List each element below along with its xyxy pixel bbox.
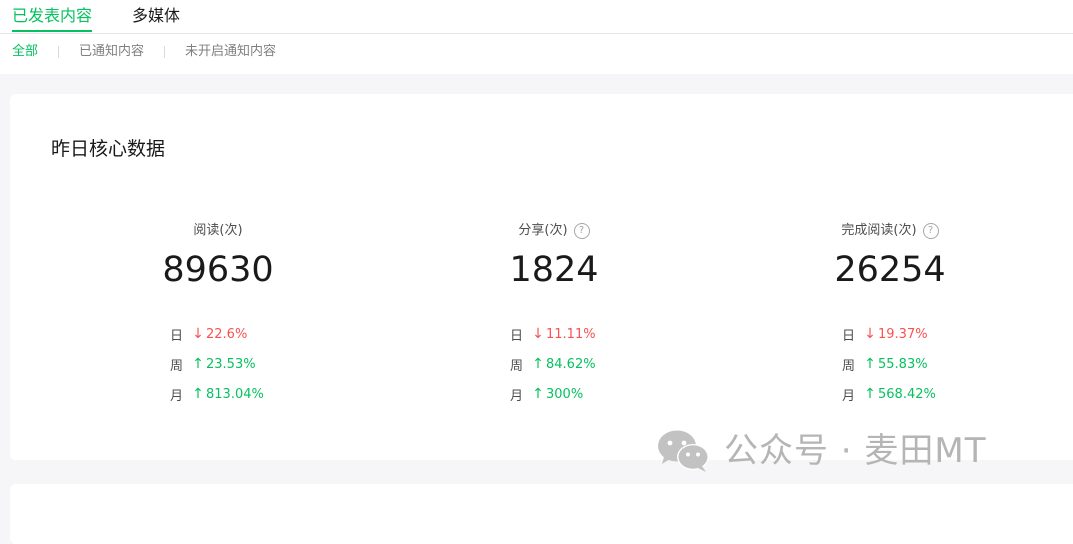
- secondary-card: [10, 484, 1073, 544]
- change-row-week: 周 ↑ 84.62%: [510, 349, 596, 379]
- change-row-month: 月 ↑ 300%: [510, 379, 596, 409]
- metric-label-text: 阅读(次): [193, 223, 243, 238]
- metric-completed-reads: 完成阅读(次) ? 26254 日 ↓ 19.37% 周 ↑ 55.83% 月 …: [760, 222, 1020, 404]
- metric-label-text: 分享(次): [518, 223, 568, 238]
- arrow-down-icon: ↓: [532, 326, 544, 342]
- change-row-day: 日 ↓ 11.11%: [510, 319, 596, 349]
- period-label: 月: [170, 388, 184, 404]
- arrow-down-icon: ↓: [192, 326, 204, 342]
- change-row-month: 月 ↑ 813.04%: [170, 379, 264, 409]
- metric-value: 89630: [162, 250, 274, 290]
- metric-changes: 日 ↓ 19.37% 周 ↑ 55.83% 月 ↑ 568.42%: [842, 319, 936, 409]
- subtab-separator: [164, 46, 166, 58]
- period-label: 日: [170, 328, 184, 344]
- tab-published-content[interactable]: 已发表内容: [12, 0, 93, 32]
- question-mark-icon[interactable]: ?: [573, 223, 590, 239]
- change-value: 23.53%: [206, 356, 256, 372]
- change-value: 11.11%: [546, 326, 596, 342]
- change-row-week: 周 ↑ 23.53%: [170, 349, 264, 379]
- metric-label: 阅读(次): [88, 222, 348, 240]
- watermark-text: 公众号 · 麦田MT: [724, 431, 987, 471]
- change-row-day: 日 ↓ 22.6%: [170, 319, 264, 349]
- metric-changes: 日 ↓ 11.11% 周 ↑ 84.62% 月 ↑ 300%: [510, 319, 596, 409]
- metric-changes: 日 ↓ 22.6% 周 ↑ 23.53% 月 ↑ 813.04%: [170, 319, 264, 409]
- watermark: 公众号 · 麦田MT: [656, 428, 987, 474]
- change-value: 19.37%: [878, 326, 928, 342]
- change-value: 568.42%: [878, 386, 936, 402]
- metric-reads: 阅读(次) 89630 日 ↓ 22.6% 周 ↑ 23.53% 月 ↑ 813…: [88, 222, 348, 404]
- metric-label-text: 完成阅读(次): [841, 223, 917, 238]
- change-row-day: 日 ↓ 19.37%: [842, 319, 936, 349]
- metric-label: 完成阅读(次) ?: [760, 222, 1020, 240]
- period-label: 月: [842, 388, 856, 404]
- change-value: 813.04%: [206, 386, 264, 402]
- change-value: 300%: [546, 386, 584, 402]
- arrow-down-icon: ↓: [864, 326, 876, 342]
- arrow-up-icon: ↑: [192, 386, 204, 402]
- period-label: 周: [170, 358, 184, 374]
- subtab-all[interactable]: 全部: [12, 44, 38, 60]
- card-title: 昨日核心数据: [51, 138, 166, 160]
- arrow-up-icon: ↑: [192, 356, 204, 372]
- change-value: 55.83%: [878, 356, 928, 372]
- arrow-up-icon: ↑: [864, 356, 876, 372]
- tab-multimedia[interactable]: 多媒体: [132, 0, 180, 26]
- arrow-up-icon: ↑: [864, 386, 876, 402]
- arrow-up-icon: ↑: [532, 386, 544, 402]
- change-row-month: 月 ↑ 568.42%: [842, 379, 936, 409]
- subtab-separator: [58, 46, 60, 58]
- metric-label: 分享(次) ?: [424, 222, 684, 240]
- question-mark-icon[interactable]: ?: [922, 223, 939, 239]
- period-label: 周: [510, 358, 524, 374]
- tab-divider: [0, 33, 1073, 34]
- metric-value: 1824: [509, 250, 599, 290]
- core-data-card: 昨日核心数据 阅读(次) 89630 日 ↓ 22.6% 周 ↑ 23.53% …: [10, 94, 1073, 460]
- period-label: 日: [842, 328, 856, 344]
- period-label: 周: [842, 358, 856, 374]
- subtab-not-notified[interactable]: 未开启通知内容: [185, 44, 276, 60]
- arrow-up-icon: ↑: [532, 356, 544, 372]
- wechat-icon: [658, 430, 709, 472]
- period-label: 月: [510, 388, 524, 404]
- change-row-week: 周 ↑ 55.83%: [842, 349, 936, 379]
- change-value: 84.62%: [546, 356, 596, 372]
- subtab-notified[interactable]: 已通知内容: [79, 44, 144, 60]
- top-navigation: 已发表内容 多媒体 全部 已通知内容 未开启通知内容: [0, 0, 1073, 74]
- filter-subtabs: 全部 已通知内容 未开启通知内容: [12, 44, 276, 60]
- change-value: 22.6%: [206, 326, 248, 342]
- metric-value: 26254: [834, 250, 946, 290]
- period-label: 日: [510, 328, 524, 344]
- metric-shares: 分享(次) ? 1824 日 ↓ 11.11% 周 ↑ 84.62% 月 ↑ 3…: [424, 222, 684, 404]
- content-tabs: 已发表内容 多媒体: [12, 0, 220, 34]
